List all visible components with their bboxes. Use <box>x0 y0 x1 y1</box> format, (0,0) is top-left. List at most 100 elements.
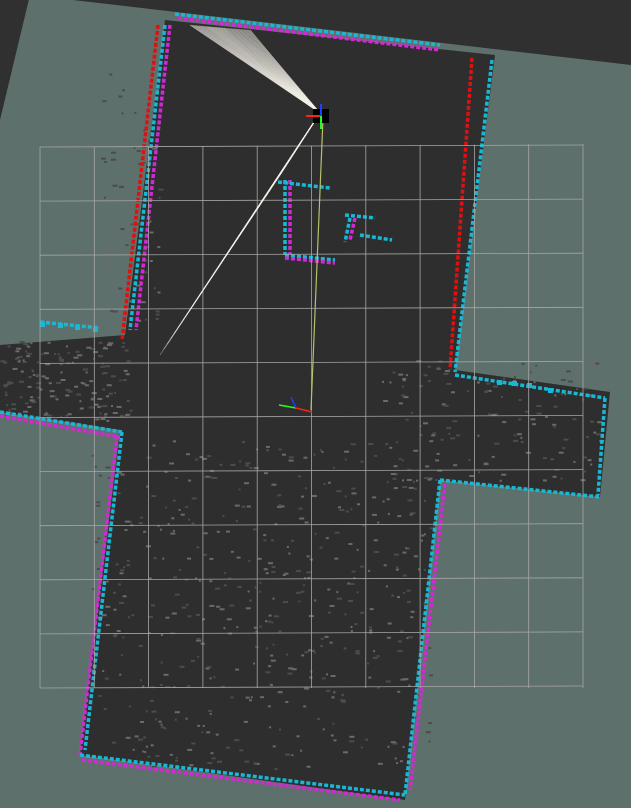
scan-noise-point <box>387 512 390 515</box>
scan-noise-point <box>412 480 415 483</box>
scan-noise-point <box>491 455 495 458</box>
scan-noise-point <box>145 710 148 713</box>
scan-noise-point <box>402 746 405 748</box>
scan-noise-point <box>486 382 491 385</box>
scan-noise-point <box>100 214 104 217</box>
scan-noise-point <box>287 672 293 675</box>
scan-noise-point <box>396 441 399 444</box>
scan-noise-point <box>437 366 440 369</box>
scan-noise-point <box>138 644 143 647</box>
scan-noise-point <box>554 394 557 397</box>
scan-noise-point <box>125 244 129 247</box>
scan-noise-point <box>229 604 235 607</box>
scan-noise-point <box>178 569 181 572</box>
map-viewport[interactable] <box>0 0 631 808</box>
scan-noise-point <box>373 650 376 653</box>
scan-noise-point <box>244 760 250 763</box>
scan-noise-point <box>19 341 25 343</box>
scan-noise-point <box>216 530 220 533</box>
scan-noise-point <box>27 406 32 408</box>
scan-noise-point <box>368 626 372 629</box>
scan-noise-point <box>239 460 242 463</box>
scan-noise-point <box>121 345 125 348</box>
scan-noise-point <box>435 479 438 481</box>
scan-noise-point <box>558 451 564 454</box>
scan-noise-point <box>0 360 6 363</box>
scan-noise-point <box>143 736 147 739</box>
scan-noise-point <box>350 625 353 628</box>
scan-noise-point <box>350 508 353 511</box>
scan-noise-point <box>25 402 29 405</box>
scan-noise-point <box>153 557 157 560</box>
scan-noise-point <box>413 449 419 452</box>
scan-noise-point <box>427 380 431 383</box>
scan-noise-point <box>348 543 353 545</box>
scan-noise-point <box>272 745 276 748</box>
scan-noise-point <box>254 586 257 589</box>
scan-noise-point <box>98 695 102 697</box>
scan-noise-point <box>327 588 331 591</box>
scan-noise-point <box>128 616 130 619</box>
rviz-scene[interactable] <box>0 0 631 808</box>
scan-noise-point <box>219 608 225 611</box>
scan-noise-point <box>521 363 525 365</box>
scan-noise-point <box>350 443 356 446</box>
scan-noise-point <box>478 471 480 474</box>
scan-noise-point <box>410 512 416 515</box>
scan-noise-point <box>23 410 28 413</box>
scan-noise-point <box>207 666 212 668</box>
scan-noise-point <box>265 671 271 674</box>
scan-noise-point <box>274 768 278 771</box>
scan-noise-point <box>398 373 404 376</box>
scan-noise-point <box>410 610 415 613</box>
scan-noise-point <box>123 73 129 76</box>
scan-noise-point <box>277 494 282 497</box>
scan-noise-point <box>173 576 178 579</box>
scan-noise-point <box>206 731 211 734</box>
scan-noise-point <box>536 405 542 408</box>
scan-noise-point <box>250 696 253 699</box>
scan-noise-point <box>236 556 241 559</box>
scan-noise-point <box>267 620 272 623</box>
scan-noise-point <box>351 570 356 573</box>
scan-noise-point <box>180 513 185 516</box>
scan-noise-point <box>582 456 587 459</box>
scan-noise-point <box>30 396 34 399</box>
scan-noise-point <box>560 378 566 381</box>
scan-noise-point <box>382 380 384 383</box>
scan-noise-point <box>234 504 240 507</box>
scan-noise-point <box>124 520 130 523</box>
scan-noise-point <box>123 210 129 213</box>
scan-noise-point <box>123 566 125 569</box>
scan-noise-point <box>151 495 157 498</box>
scan-noise-point <box>520 441 524 443</box>
scan-noise-point <box>306 571 312 574</box>
scan-noise-point <box>268 562 273 565</box>
scan-noise-point <box>151 710 157 713</box>
scan-noise-point <box>249 699 252 702</box>
scan-noise-point <box>325 537 329 540</box>
scan-noise-point <box>453 464 458 467</box>
scan-noise-point <box>402 385 405 388</box>
scan-noise-point <box>336 591 339 594</box>
scan-noise-point <box>542 479 547 482</box>
scan-noise-point <box>389 381 392 384</box>
scan-noise-point <box>285 701 289 703</box>
scan-noise-point <box>96 504 101 507</box>
scan-noise-point <box>209 677 212 680</box>
scan-noise-point <box>488 413 491 416</box>
scan-noise-point <box>595 362 600 365</box>
scan-noise-point <box>138 522 143 525</box>
scan-noise-point <box>267 705 271 708</box>
scan-noise-point <box>117 492 121 495</box>
scan-noise-point <box>393 465 398 468</box>
scan-noise-point <box>79 400 82 403</box>
scan-noise-point <box>160 723 163 726</box>
scan-noise-point <box>108 268 113 271</box>
scan-noise-point <box>172 529 175 532</box>
scan-noise-point <box>44 377 49 380</box>
scan-noise-point <box>36 382 42 385</box>
scan-noise-point <box>104 677 109 680</box>
scan-noise-point <box>396 566 399 569</box>
scan-noise-point <box>268 614 272 617</box>
